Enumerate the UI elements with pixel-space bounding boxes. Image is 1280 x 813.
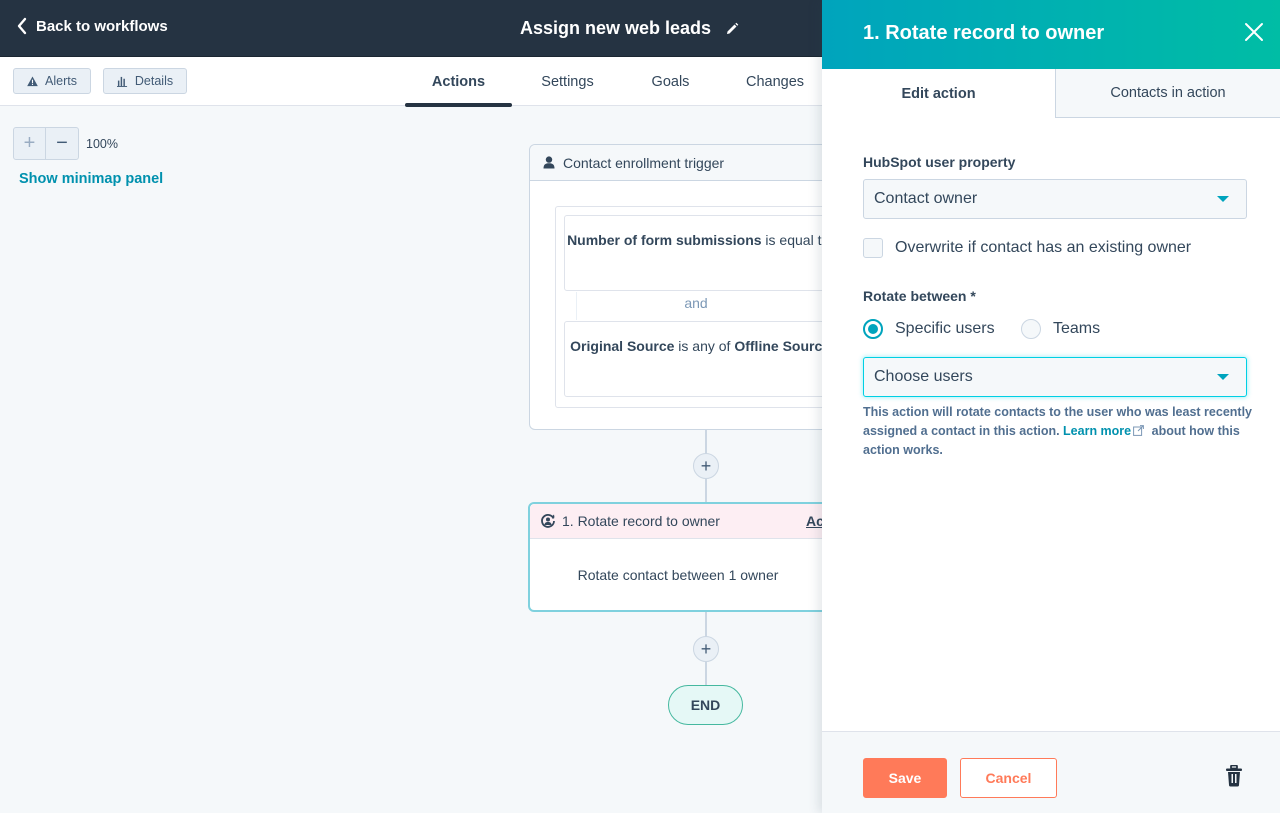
- contact-icon: [543, 156, 555, 169]
- filter-property: Original Source: [570, 338, 675, 354]
- back-to-workflows-link[interactable]: Back to workflows: [16, 17, 168, 35]
- overwrite-checkbox[interactable]: [863, 238, 883, 258]
- workflow-title: Assign new web leads: [520, 18, 739, 39]
- rotate-action-card[interactable]: 1. Rotate record to owner Ac Rotate cont…: [528, 502, 822, 612]
- panel-tabs: Edit action Contacts in action: [822, 69, 1280, 118]
- tab-goals[interactable]: Goals: [622, 57, 719, 106]
- and-label: and: [684, 295, 708, 311]
- cancel-button[interactable]: Cancel: [960, 758, 1057, 798]
- action-description: Rotate contact between 1 owner: [577, 567, 779, 583]
- zoom-in-button[interactable]: +: [14, 128, 46, 159]
- show-minimap-link[interactable]: Show minimap panel: [19, 171, 163, 187]
- save-button[interactable]: Save: [863, 758, 947, 798]
- action-edit-panel: 1. Rotate record to owner Edit action Co…: [822, 0, 1280, 813]
- zoom-level: 100%: [86, 137, 118, 151]
- overwrite-owner-option[interactable]: Overwrite if contact has an existing own…: [863, 238, 1191, 258]
- tab-contacts-in-action[interactable]: Contacts in action: [1055, 69, 1280, 118]
- zoom-out-button[interactable]: −: [46, 128, 78, 159]
- zoom-controls: + −: [13, 127, 79, 160]
- radio-specific-users[interactable]: Specific users: [863, 319, 995, 339]
- radio-label: Specific users: [895, 320, 995, 337]
- radio-label: Teams: [1053, 320, 1101, 337]
- add-action-button[interactable]: +: [693, 636, 719, 662]
- external-link-icon: [1133, 425, 1145, 436]
- rotate-between-label: Rotate between *: [863, 288, 976, 304]
- trigger-title: Contact enrollment trigger: [563, 154, 725, 171]
- bar-chart-icon: [116, 76, 127, 87]
- alerts-label: Alerts: [45, 74, 77, 88]
- choose-users-select[interactable]: Choose users: [863, 357, 1247, 397]
- filter-value: Offline Sources: [734, 338, 822, 354]
- filter-item[interactable]: Original Source is any of Offline Source…: [564, 321, 822, 397]
- tab-changes[interactable]: Changes: [719, 57, 831, 106]
- learn-more-link[interactable]: Learn more: [1063, 424, 1131, 438]
- trigger-header: Contact enrollment trigger: [530, 145, 822, 181]
- filter-group: Number of form submissions is equal to 1…: [555, 206, 822, 408]
- user-property-select[interactable]: Contact owner: [863, 179, 1247, 219]
- end-node: END: [668, 685, 743, 725]
- pencil-icon[interactable]: [725, 22, 739, 36]
- help-text: This action will rotate contacts to the …: [863, 403, 1253, 460]
- caret-down-icon: [1217, 374, 1229, 380]
- add-action-button[interactable]: +: [693, 453, 719, 479]
- close-icon[interactable]: [1244, 22, 1264, 42]
- back-label: Back to workflows: [36, 17, 168, 35]
- filter-operator: is equal to: [765, 232, 822, 248]
- choose-users-placeholder: Choose users: [874, 368, 973, 385]
- workflow-tabs: Actions Settings Goals Changes: [404, 57, 831, 107]
- tab-settings[interactable]: Settings: [513, 57, 622, 106]
- user-property-label: HubSpot user property: [863, 154, 1016, 170]
- caret-down-icon: [1217, 196, 1229, 202]
- panel-header: 1. Rotate record to owner: [822, 0, 1280, 69]
- trash-icon[interactable]: [1225, 765, 1243, 787]
- panel-footer: Save Cancel: [822, 731, 1280, 813]
- details-label: Details: [134, 74, 174, 88]
- radio-button-checked[interactable]: [863, 319, 883, 339]
- warning-icon: [27, 75, 38, 86]
- tab-edit-action[interactable]: Edit action: [822, 69, 1055, 118]
- action-header: 1. Rotate record to owner Ac: [530, 504, 822, 539]
- filter-property: Number of form submissions: [567, 232, 762, 248]
- panel-title: 1. Rotate record to owner: [863, 22, 1105, 44]
- user-property-value: Contact owner: [874, 190, 978, 207]
- radio-teams[interactable]: Teams: [1021, 319, 1100, 339]
- filter-operator: is any of: [674, 338, 735, 354]
- rotate-owner-icon: [541, 514, 555, 528]
- action-title: 1. Rotate record to owner: [562, 513, 720, 529]
- action-menu-link[interactable]: Ac: [806, 513, 822, 529]
- overwrite-label: Overwrite if contact has an existing own…: [895, 239, 1192, 256]
- workflow-title-text: Assign new web leads: [520, 18, 712, 38]
- radio-button[interactable]: [1021, 319, 1041, 339]
- alerts-button[interactable]: Alerts: [13, 68, 91, 94]
- chevron-left-icon: [17, 17, 27, 35]
- details-button[interactable]: Details: [103, 68, 187, 94]
- filter-item[interactable]: Number of form submissions is equal to 1: [564, 215, 822, 291]
- workflow-canvas[interactable]: + − 100% Show minimap panel + + Contact …: [0, 107, 822, 813]
- enrollment-trigger-card[interactable]: Contact enrollment trigger Number of for…: [529, 144, 822, 430]
- tab-actions[interactable]: Actions: [404, 57, 513, 107]
